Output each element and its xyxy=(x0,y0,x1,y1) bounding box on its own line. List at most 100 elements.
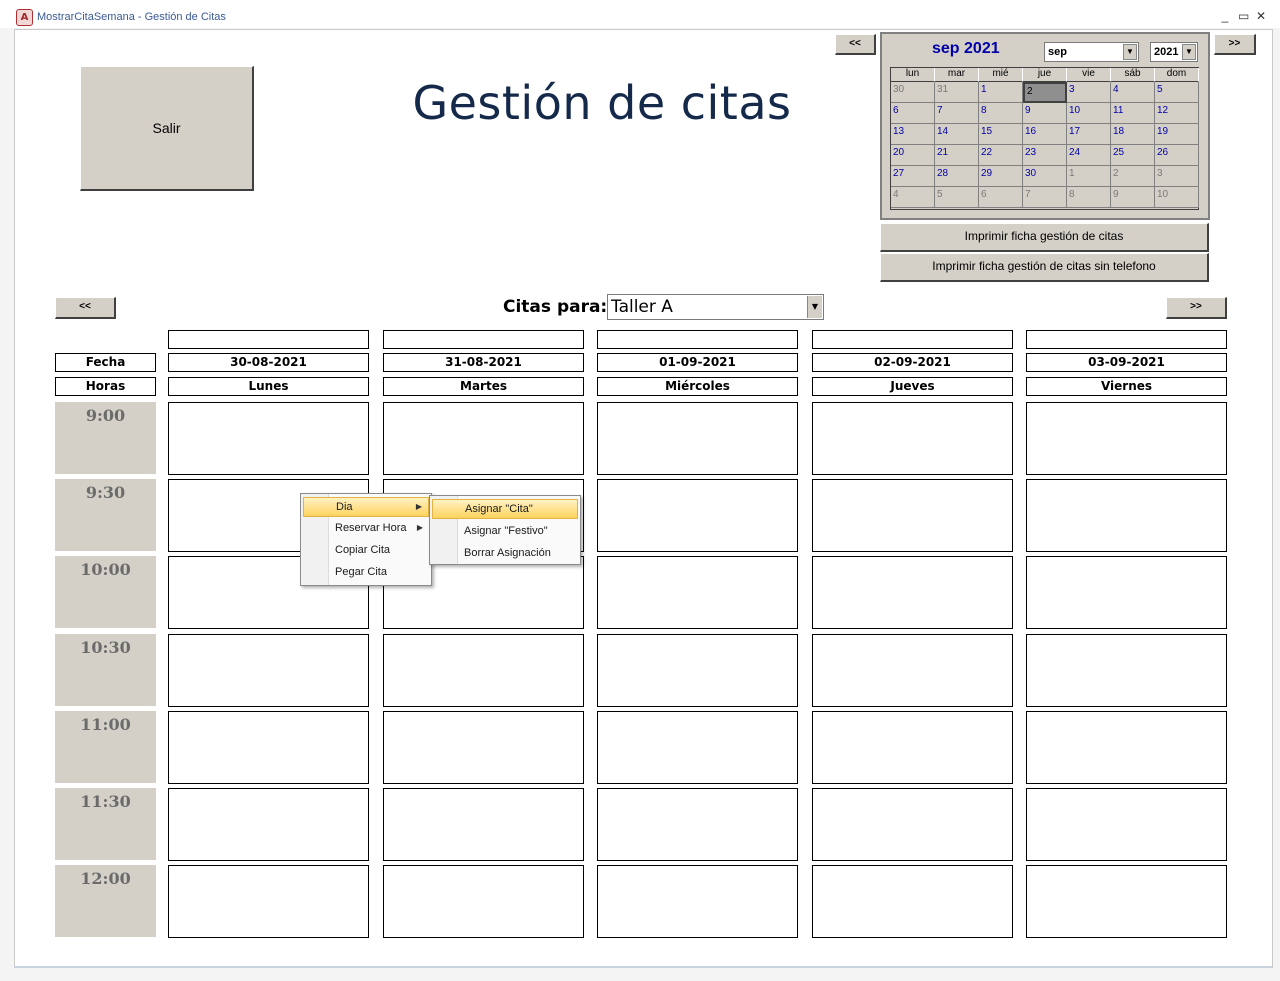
appointment-slot[interactable] xyxy=(597,634,798,707)
appointment-slot[interactable] xyxy=(1026,634,1227,707)
print-appointments-button[interactable]: Imprimir ficha gestión de citas xyxy=(880,223,1209,252)
menu-item-asignar-festivo[interactable]: Asignar "Festivo" xyxy=(432,521,578,541)
appointment-slot[interactable] xyxy=(597,788,798,861)
calendar-day[interactable]: 26 xyxy=(1155,145,1199,166)
calendar-day[interactable]: 8 xyxy=(979,103,1023,124)
calendar-day[interactable]: 13 xyxy=(891,124,935,145)
workshop-select[interactable]: Taller A ▼ xyxy=(607,294,824,320)
day-note-field[interactable] xyxy=(597,330,798,349)
calendar-day[interactable]: 31 xyxy=(935,82,979,103)
appointment-slot[interactable] xyxy=(168,865,369,938)
print-appointments-no-phone-button[interactable]: Imprimir ficha gestión de citas sin tele… xyxy=(880,253,1209,282)
appointment-slot[interactable] xyxy=(812,402,1013,475)
appointment-slot[interactable] xyxy=(812,479,1013,552)
calendar-day[interactable]: 3 xyxy=(1155,166,1199,187)
menu-item-asignar-cita[interactable]: Asignar "Cita" xyxy=(432,499,578,519)
month-select[interactable]: sep ▼ xyxy=(1044,42,1139,62)
calendar-prev-button[interactable]: << xyxy=(835,34,876,55)
appointment-slot[interactable] xyxy=(1026,865,1227,938)
calendar-day[interactable]: 5 xyxy=(1155,82,1199,103)
calendar-day[interactable]: 11 xyxy=(1111,103,1155,124)
appointment-slot[interactable] xyxy=(383,865,584,938)
calendar-day[interactable]: 6 xyxy=(979,187,1023,208)
calendar-day[interactable]: 10 xyxy=(1067,103,1111,124)
calendar-day[interactable]: 24 xyxy=(1067,145,1111,166)
day-note-field[interactable] xyxy=(812,330,1013,349)
calendar-day[interactable]: 7 xyxy=(935,103,979,124)
calendar-day[interactable]: 27 xyxy=(891,166,935,187)
appointment-slot[interactable] xyxy=(597,479,798,552)
appointment-slot[interactable] xyxy=(168,634,369,707)
appointment-slot[interactable] xyxy=(168,711,369,784)
calendar-day[interactable]: 10 xyxy=(1155,187,1199,208)
appointment-slot[interactable] xyxy=(812,711,1013,784)
menu-item-reservar-hora[interactable]: Reservar Hora ▶ xyxy=(303,518,429,538)
calendar-day[interactable]: 1 xyxy=(979,82,1023,103)
calendar-day[interactable]: 8 xyxy=(1067,187,1111,208)
calendar-day[interactable]: 2 xyxy=(1023,82,1067,103)
appointment-slot[interactable] xyxy=(168,788,369,861)
calendar-next-button[interactable]: >> xyxy=(1214,34,1256,55)
appointment-slot[interactable] xyxy=(1026,711,1227,784)
calendar-day[interactable]: 23 xyxy=(1023,145,1067,166)
appointment-slot[interactable] xyxy=(812,556,1013,629)
day-note-field[interactable] xyxy=(1026,330,1227,349)
next-week-button[interactable]: >> xyxy=(1166,297,1227,319)
calendar-day[interactable]: 4 xyxy=(891,187,935,208)
exit-button-label: Salir xyxy=(152,120,181,136)
appointment-slot[interactable] xyxy=(812,865,1013,938)
day-note-field[interactable] xyxy=(168,330,369,349)
appointment-slot[interactable] xyxy=(597,402,798,475)
menu-item-copiar-cita[interactable]: Copiar Cita xyxy=(303,540,429,560)
calendar-day[interactable]: 28 xyxy=(935,166,979,187)
calendar-day[interactable]: 5 xyxy=(935,187,979,208)
exit-button[interactable]: Salir xyxy=(80,66,254,191)
appointment-slot[interactable] xyxy=(1026,479,1227,552)
appointment-slot[interactable] xyxy=(812,788,1013,861)
calendar-day[interactable]: 16 xyxy=(1023,124,1067,145)
menu-item-pegar-cita[interactable]: Pegar Cita xyxy=(303,562,429,582)
calendar-day[interactable]: 30 xyxy=(891,82,935,103)
calendar-day[interactable]: 21 xyxy=(935,145,979,166)
calendar-day[interactable]: 19 xyxy=(1155,124,1199,145)
calendar-day[interactable]: 6 xyxy=(891,103,935,124)
appointment-slot[interactable] xyxy=(597,865,798,938)
calendar-day[interactable]: 1 xyxy=(1067,166,1111,187)
appointment-slot[interactable] xyxy=(1026,788,1227,861)
calendar-day[interactable]: 9 xyxy=(1023,103,1067,124)
calendar-day[interactable]: 7 xyxy=(1023,187,1067,208)
calendar-day[interactable]: 30 xyxy=(1023,166,1067,187)
calendar-day[interactable]: 4 xyxy=(1111,82,1155,103)
calendar-day[interactable]: 12 xyxy=(1155,103,1199,124)
maximize-icon[interactable]: ▭ xyxy=(1238,9,1249,23)
appointment-slot[interactable] xyxy=(168,402,369,475)
calendar-day[interactable]: 25 xyxy=(1111,145,1155,166)
appointment-slot[interactable] xyxy=(597,556,798,629)
appointment-slot[interactable] xyxy=(383,634,584,707)
prev-week-button[interactable]: << xyxy=(55,297,116,319)
appointment-slot[interactable] xyxy=(1026,556,1227,629)
day-note-field[interactable] xyxy=(383,330,584,349)
calendar-day[interactable]: 20 xyxy=(891,145,935,166)
calendar-day[interactable]: 3 xyxy=(1067,82,1111,103)
appointment-slot[interactable] xyxy=(812,634,1013,707)
calendar-day[interactable]: 18 xyxy=(1111,124,1155,145)
menu-item-borrar-asignacion[interactable]: Borrar Asignación xyxy=(432,543,578,563)
calendar-day[interactable]: 15 xyxy=(979,124,1023,145)
calendar-day[interactable]: 14 xyxy=(935,124,979,145)
calendar-day[interactable]: 22 xyxy=(979,145,1023,166)
menu-item-dia[interactable]: Dia ▶ xyxy=(303,497,429,517)
minimize-icon[interactable]: _ xyxy=(1220,9,1230,23)
year-select[interactable]: 2021 ▼ xyxy=(1150,42,1198,62)
calendar-day[interactable]: 9 xyxy=(1111,187,1155,208)
appointment-slot[interactable] xyxy=(383,788,584,861)
appointment-slot[interactable] xyxy=(383,402,584,475)
calendar-day[interactable]: 29 xyxy=(979,166,1023,187)
close-icon[interactable]: ✕ xyxy=(1256,9,1266,23)
appointment-slot[interactable] xyxy=(1026,402,1227,475)
time-label-text: 11:30 xyxy=(80,792,131,811)
appointment-slot[interactable] xyxy=(597,711,798,784)
calendar-day[interactable]: 17 xyxy=(1067,124,1111,145)
calendar-day[interactable]: 2 xyxy=(1111,166,1155,187)
appointment-slot[interactable] xyxy=(383,711,584,784)
